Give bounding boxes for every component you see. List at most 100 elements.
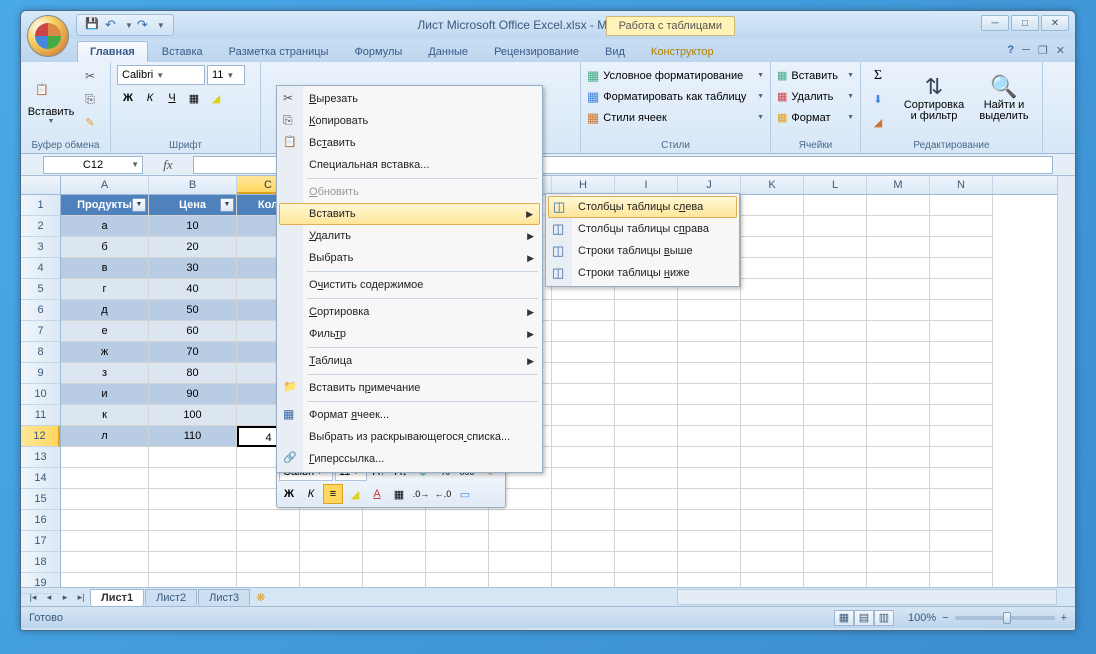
paste-button[interactable]: Вставить ▼ — [27, 65, 75, 131]
cell-L5[interactable] — [804, 279, 867, 300]
cell-B10[interactable]: 90 — [149, 384, 237, 405]
cell-G16[interactable] — [489, 510, 552, 531]
cell-N9[interactable] — [930, 363, 993, 384]
menu-item[interactable]: Строки таблицы выше — [548, 240, 737, 262]
cell-K6[interactable] — [741, 300, 804, 321]
tab-1[interactable]: Вставка — [150, 42, 215, 62]
cell-A2[interactable]: а — [61, 216, 149, 237]
new-sheet-icon[interactable]: ❋ — [256, 591, 265, 604]
cell-C16[interactable] — [237, 510, 300, 531]
tab-7[interactable]: Конструктор — [639, 42, 726, 62]
cell-M5[interactable] — [867, 279, 930, 300]
tab-6[interactable]: Вид — [593, 42, 637, 62]
autosum-button[interactable]: Σ — [867, 65, 889, 87]
cell-I6[interactable] — [615, 300, 678, 321]
cell-K5[interactable] — [741, 279, 804, 300]
cell-M7[interactable] — [867, 321, 930, 342]
cell-J6[interactable] — [678, 300, 741, 321]
cell-I18[interactable] — [615, 552, 678, 573]
col-header-N[interactable]: N — [930, 176, 993, 194]
cell-A4[interactable]: в — [61, 258, 149, 279]
filter-dropdown-0[interactable]: ▼ — [132, 198, 146, 212]
row-header-13[interactable]: 13 — [21, 447, 60, 468]
cell-L13[interactable] — [804, 447, 867, 468]
menu-item[interactable]: Вырезать — [279, 88, 540, 110]
row-header-11[interactable]: 11 — [21, 405, 60, 426]
format-cells-button[interactable]: ▦Формат▼ — [777, 107, 854, 128]
cell-B5[interactable]: 40 — [149, 279, 237, 300]
help-icon[interactable]: ? — [1007, 44, 1014, 57]
cell-J8[interactable] — [678, 342, 741, 363]
cell-M6[interactable] — [867, 300, 930, 321]
underline-button[interactable]: Ч — [161, 87, 183, 109]
cell-I15[interactable] — [615, 489, 678, 510]
menu-item[interactable]: Столбцы таблицы справа — [548, 218, 737, 240]
view-buttons[interactable]: ▦▤▥ — [834, 610, 894, 626]
cell-B17[interactable] — [149, 531, 237, 552]
col-header-I[interactable]: I — [615, 176, 678, 194]
cell-N14[interactable] — [930, 468, 993, 489]
cell-E17[interactable] — [363, 531, 426, 552]
tab-0[interactable]: Главная — [77, 41, 148, 62]
cell-J9[interactable] — [678, 363, 741, 384]
cell-K16[interactable] — [741, 510, 804, 531]
cell-B18[interactable] — [149, 552, 237, 573]
mini-italic[interactable]: К — [301, 484, 321, 504]
cell-M13[interactable] — [867, 447, 930, 468]
cell-A12[interactable]: л — [61, 426, 149, 447]
fill-button[interactable]: ◢ — [205, 87, 227, 109]
cell-K1[interactable] — [741, 195, 804, 216]
zoom-slider[interactable] — [955, 616, 1055, 620]
cell-A10[interactable]: и — [61, 384, 149, 405]
cell-B15[interactable] — [149, 489, 237, 510]
cell-M11[interactable] — [867, 405, 930, 426]
cell-A19[interactable] — [61, 573, 149, 587]
cell-K7[interactable] — [741, 321, 804, 342]
row-header-7[interactable]: 7 — [21, 321, 60, 342]
cell-K11[interactable] — [741, 405, 804, 426]
cell-I16[interactable] — [615, 510, 678, 531]
menu-item[interactable]: Таблица▶ — [279, 350, 540, 372]
cell-N13[interactable] — [930, 447, 993, 468]
tab-3[interactable]: Формулы — [342, 42, 414, 62]
cell-G19[interactable] — [489, 573, 552, 587]
find-select-button[interactable]: 🔍Найти и выделить — [973, 65, 1035, 131]
cell-E16[interactable] — [363, 510, 426, 531]
mini-bold[interactable]: Ж — [279, 484, 299, 504]
save-icon[interactable] — [85, 17, 101, 33]
cell-H18[interactable] — [552, 552, 615, 573]
mini-dec-inc[interactable]: .0→ — [411, 484, 431, 504]
minimize-button[interactable]: ─ — [981, 15, 1009, 31]
cell-H14[interactable] — [552, 468, 615, 489]
cell-M3[interactable] — [867, 237, 930, 258]
cell-N12[interactable] — [930, 426, 993, 447]
col-header-A[interactable]: A — [61, 176, 149, 194]
cell-M8[interactable] — [867, 342, 930, 363]
cond-format-button[interactable]: ▦Условное форматирование▼ — [587, 65, 764, 86]
menu-item[interactable]: Сортировка▶ — [279, 301, 540, 323]
cell-B13[interactable] — [149, 447, 237, 468]
row-header-2[interactable]: 2 — [21, 216, 60, 237]
cell-K3[interactable] — [741, 237, 804, 258]
bold-button[interactable]: Ж — [117, 87, 139, 109]
format-painter-button[interactable]: ✎ — [79, 111, 101, 133]
cell-H10[interactable] — [552, 384, 615, 405]
cell-M1[interactable] — [867, 195, 930, 216]
select-all-corner[interactable] — [21, 176, 61, 195]
col-header-L[interactable]: L — [804, 176, 867, 194]
cell-K9[interactable] — [741, 363, 804, 384]
menu-item[interactable]: Гиперссылка... — [279, 448, 540, 470]
sort-filter-button[interactable]: ⇅Сортировка и фильтр — [899, 65, 969, 131]
cell-D19[interactable] — [300, 573, 363, 587]
cell-D17[interactable] — [300, 531, 363, 552]
cell-J17[interactable] — [678, 531, 741, 552]
cell-N1[interactable] — [930, 195, 993, 216]
cell-M9[interactable] — [867, 363, 930, 384]
cell-L17[interactable] — [804, 531, 867, 552]
cell-M4[interactable] — [867, 258, 930, 279]
cell-B3[interactable]: 20 — [149, 237, 237, 258]
cell-F16[interactable] — [426, 510, 489, 531]
cell-L2[interactable] — [804, 216, 867, 237]
menu-item[interactable]: Выбрать из раскрывающегося списка... — [279, 426, 540, 448]
cell-J12[interactable] — [678, 426, 741, 447]
